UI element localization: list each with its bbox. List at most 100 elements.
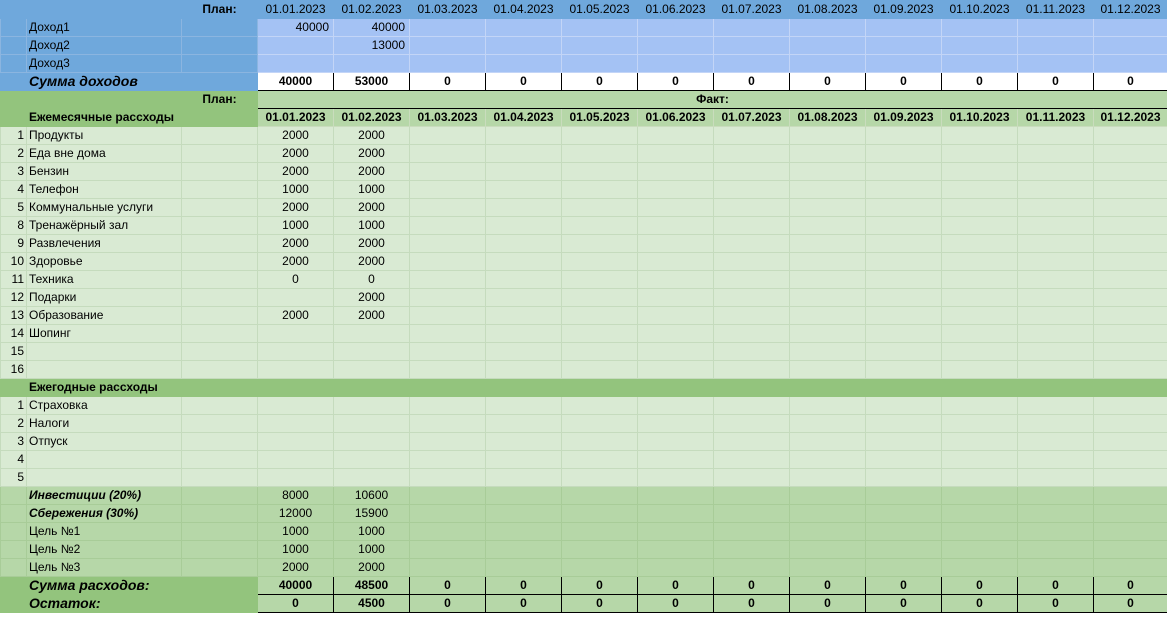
plan-cell[interactable] [181,270,258,289]
savings-value-cell[interactable] [409,486,486,505]
date-header-cell[interactable]: 01.06.2023 [637,108,714,127]
section-fill-cell[interactable] [865,378,942,397]
expense-value-cell[interactable] [789,342,866,361]
expense-value-cell[interactable] [713,468,790,487]
expense-value-cell[interactable] [713,396,790,415]
expense-value-cell[interactable] [561,342,638,361]
expense-label[interactable] [26,360,182,379]
expense-value-cell[interactable] [409,126,486,145]
income-sum-cell[interactable]: 40000 [257,72,334,91]
remainder-cell[interactable]: 0 [637,594,714,613]
savings-value-cell[interactable] [485,486,562,505]
plan-cell[interactable] [181,468,258,487]
income-value-cell[interactable] [637,54,714,73]
expense-label[interactable]: Тренажёрный зал [26,216,182,235]
plan-cell[interactable] [181,108,258,127]
income-sum-cell[interactable]: 0 [409,72,486,91]
expense-value-cell[interactable] [409,144,486,163]
expense-value-cell[interactable] [409,468,486,487]
expense-value-cell[interactable] [941,306,1018,325]
plan-cell[interactable] [181,540,258,559]
expense-value-cell[interactable] [561,234,638,253]
date-header-cell[interactable]: 01.03.2023 [409,108,486,127]
remainder-cell[interactable]: 4500 [333,594,410,613]
expense-label[interactable]: Здоровье [26,252,182,271]
expense-value-cell[interactable] [561,450,638,469]
expense-value-cell[interactable] [409,288,486,307]
row-index-cell[interactable]: 10 [0,252,27,271]
expense-value-cell[interactable] [485,180,562,199]
plan-cell[interactable] [181,360,258,379]
expense-value-cell[interactable] [865,144,942,163]
savings-value-cell[interactable] [637,504,714,523]
expense-value-cell[interactable] [1017,288,1094,307]
expense-value-cell[interactable] [713,144,790,163]
plan-cell[interactable] [181,558,258,577]
row-index-cell[interactable]: 8 [0,216,27,235]
income-value-cell[interactable] [1017,36,1094,55]
plan-cell[interactable] [181,306,258,325]
expense-value-cell[interactable] [1093,414,1167,433]
expense-value-cell[interactable] [561,198,638,217]
income-value-cell[interactable] [941,54,1018,73]
income-sum-cell[interactable]: 0 [713,72,790,91]
income-sum-cell[interactable]: 0 [485,72,562,91]
row-index-cell[interactable] [0,36,27,55]
income-value-cell[interactable] [789,36,866,55]
expense-value-cell[interactable] [1017,360,1094,379]
remainder-cell[interactable]: 0 [941,594,1018,613]
savings-value-cell[interactable] [713,558,790,577]
income-value-cell[interactable] [485,36,562,55]
expense-value-cell[interactable] [333,396,410,415]
row-index-cell[interactable]: 3 [0,432,27,451]
savings-value-cell[interactable] [865,486,942,505]
expense-value-cell[interactable] [333,450,410,469]
yearly-section-title[interactable]: Ежегодные рассходы [26,378,182,397]
expense-value-cell[interactable] [485,234,562,253]
expense-value-cell[interactable] [713,198,790,217]
row-index-cell[interactable] [0,594,27,613]
expense-value-cell[interactable] [637,252,714,271]
date-header-cell[interactable]: 01.04.2023 [485,0,562,19]
expense-value-cell[interactable] [713,324,790,343]
expense-value-cell[interactable] [865,450,942,469]
expense-value-cell[interactable] [333,414,410,433]
savings-value-cell[interactable] [637,540,714,559]
plan-cell[interactable] [181,126,258,145]
savings-value-cell[interactable]: 1000 [257,522,334,541]
savings-value-cell[interactable] [865,558,942,577]
expense-value-cell[interactable] [713,360,790,379]
expense-value-cell[interactable] [941,288,1018,307]
remainder-cell[interactable]: 0 [561,594,638,613]
row-index-cell[interactable]: 12 [0,288,27,307]
expense-value-cell[interactable] [1093,216,1167,235]
section-fill-cell[interactable] [713,378,790,397]
section-fill-cell[interactable] [1017,378,1094,397]
savings-value-cell[interactable] [1093,540,1167,559]
expense-value-cell[interactable] [941,432,1018,451]
expense-value-cell[interactable]: 2000 [333,144,410,163]
expense-value-cell[interactable] [1017,396,1094,415]
income-value-cell[interactable]: 13000 [333,36,410,55]
date-header-cell[interactable]: 01.07.2023 [713,0,790,19]
expense-value-cell[interactable] [637,360,714,379]
expense-value-cell[interactable] [865,396,942,415]
income-label[interactable]: Доход2 [26,36,182,55]
expense-value-cell[interactable] [409,180,486,199]
income-label[interactable]: Доход1 [26,18,182,37]
savings-value-cell[interactable]: 1000 [333,540,410,559]
date-header-cell[interactable]: 01.09.2023 [865,108,942,127]
savings-value-cell[interactable] [1093,486,1167,505]
expense-value-cell[interactable] [1017,216,1094,235]
monthly-section-title[interactable]: Ежемесячные рассходы [26,108,182,127]
expense-value-cell[interactable]: 2000 [333,126,410,145]
expense-value-cell[interactable] [1093,180,1167,199]
expense-value-cell[interactable] [789,288,866,307]
expense-value-cell[interactable] [1093,342,1167,361]
expense-value-cell[interactable] [713,270,790,289]
date-header-cell[interactable]: 01.08.2023 [789,0,866,19]
date-header-cell[interactable]: 01.08.2023 [789,108,866,127]
income-value-cell[interactable] [409,18,486,37]
expense-value-cell[interactable] [485,450,562,469]
savings-label[interactable]: Инвестиции (20%) [26,486,182,505]
